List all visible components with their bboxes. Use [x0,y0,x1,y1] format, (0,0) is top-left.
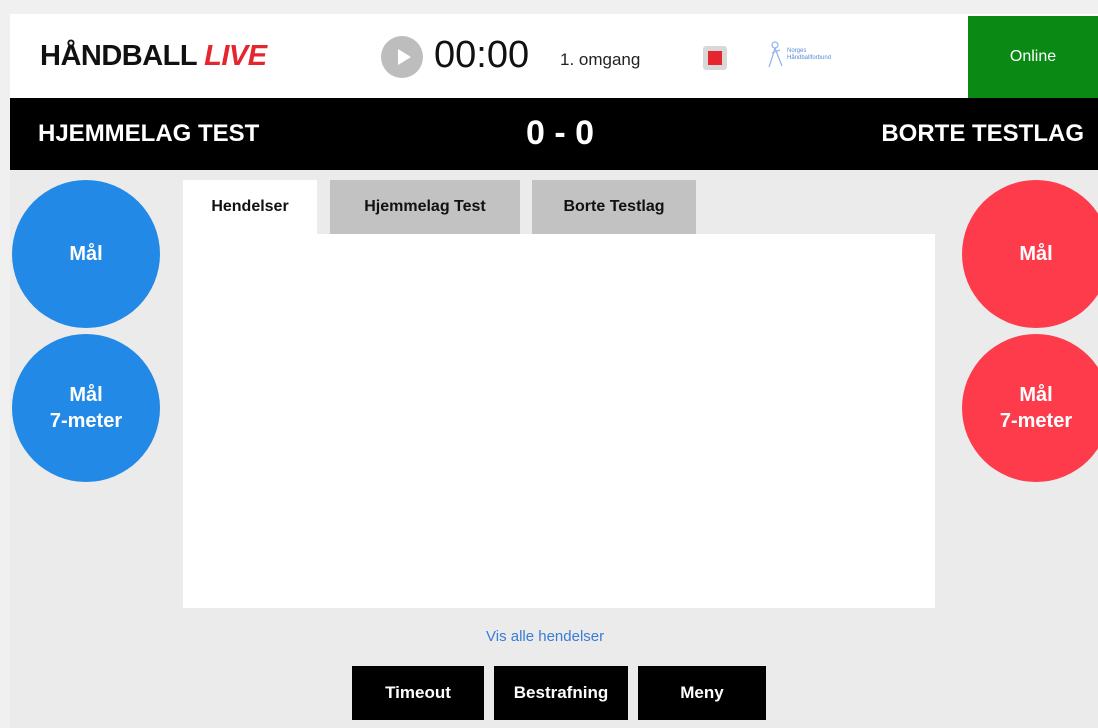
match-score: 0 - 0 [525,114,595,152]
home-seven-meter-line-1: Mål [69,384,103,406]
home-team-name: HJEMMELAG TEST [38,120,260,147]
play-button[interactable] [381,36,423,78]
tab-home-team-label: Hjemmelag Test [364,198,486,215]
play-icon [398,49,411,65]
online-status: Online [968,16,1098,98]
home-seven-meter-button[interactable]: Mål 7-meter [12,334,160,482]
app-frame: HÅNDBALL LIVE 00:00 1. omgang Norges Hån… [10,14,1098,728]
away-seven-meter-button[interactable]: Mål 7-meter [962,334,1098,482]
tab-away-team[interactable]: Borte Testlag [532,180,696,234]
away-seven-meter-label: Mål 7-meter [1000,382,1072,434]
events-panel [183,234,935,608]
timeout-button[interactable]: Timeout [352,666,484,720]
stop-icon [708,51,722,65]
menu-label: Meny [680,683,724,702]
federation-text: Norges Håndballforbund [787,48,831,62]
top-bar: HÅNDBALL LIVE 00:00 1. omgang Norges Hån… [10,14,1098,98]
federation-logo-icon [768,41,783,68]
home-seven-meter-line-2: 7-meter [49,410,123,432]
show-all-events-link[interactable]: Vis alle hendelser [486,628,604,645]
away-goal-label: Mål [1019,243,1053,265]
federation-line-1: Norges [787,48,807,54]
penalty-label: Bestrafning [513,683,609,702]
tab-hendelser-label: Hendelser [211,198,289,215]
penalty-button[interactable]: Bestrafning [494,666,628,720]
match-timer: 00:00 [434,34,530,76]
federation-logo: Norges Håndballforbund [766,40,876,70]
tab-away-team-label: Borte Testlag [563,198,665,215]
federation-line-2: Håndballforbund [787,55,832,61]
home-goal-label: Mål [69,243,103,265]
home-seven-meter-label: Mål 7-meter [50,382,122,434]
brand-accent: LIVE [204,40,267,72]
home-goal-button[interactable]: Mål [12,180,160,328]
away-goal-button[interactable]: Mål [962,180,1098,328]
away-seven-meter-line-1: Mål [1019,384,1053,406]
score-bar: HJEMMELAG TEST 0 - 0 BORTE TESTLAG [10,98,1098,170]
brand-logo: HÅNDBALL LIVE [40,40,267,73]
brand-main: HÅNDBALL [40,40,197,72]
timeout-label: Timeout [385,683,451,702]
away-seven-meter-line-2: 7-meter [999,410,1073,432]
tab-hendelser[interactable]: Hendelser [183,180,317,234]
stop-button[interactable] [703,46,727,70]
away-team-name: BORTE TESTLAG [881,120,1084,147]
menu-button[interactable]: Meny [638,666,766,720]
period-label: 1. omgang [560,50,641,69]
tab-home-team[interactable]: Hjemmelag Test [330,180,520,234]
